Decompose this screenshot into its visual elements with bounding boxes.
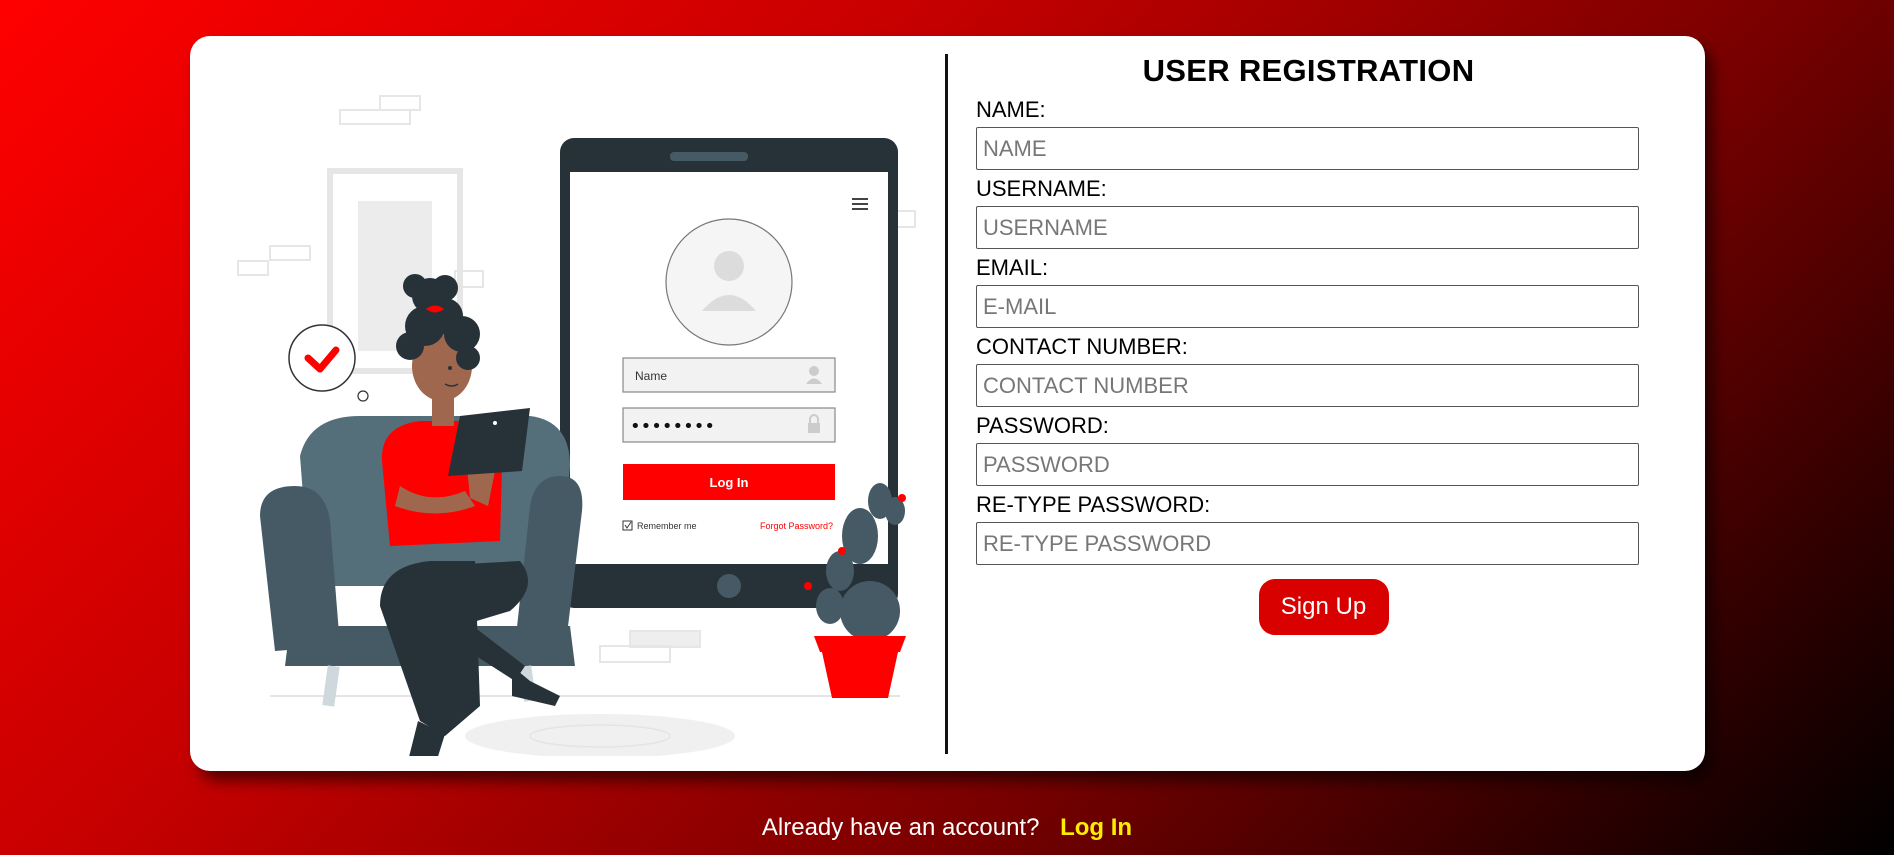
- login-name-text: Name: [635, 369, 667, 383]
- vertical-divider: [945, 54, 948, 754]
- registration-card: Name •••••••• Log In Remember me Forgot …: [190, 36, 1705, 771]
- submit-row: Sign Up: [976, 579, 1641, 635]
- footer: Already have an account? Log In: [0, 814, 1894, 842]
- login-password-dots: ••••••••: [630, 416, 715, 437]
- login-button-text: Log In: [710, 475, 749, 490]
- contact-number-label: CONTACT NUMBER:: [976, 334, 1188, 359]
- retype-password-label: RE-TYPE PASSWORD:: [976, 492, 1211, 517]
- email-input[interactable]: [976, 285, 1639, 328]
- username-input[interactable]: [976, 206, 1639, 249]
- retype-password-input[interactable]: [976, 522, 1639, 565]
- name-input[interactable]: [976, 127, 1639, 170]
- login-link[interactable]: Log In: [1060, 814, 1132, 841]
- check-bubble-icon: [288, 324, 369, 402]
- avatar-icon: [665, 218, 793, 346]
- registration-form: USER REGISTRATION NAME: USERNAME: EMAIL:…: [976, 36, 1641, 635]
- form-title: USER REGISTRATION: [1142, 53, 1475, 88]
- username-label: USERNAME:: [976, 176, 1107, 201]
- name-label: NAME:: [976, 97, 1046, 122]
- password-input[interactable]: [976, 443, 1639, 486]
- tablet-illustration: [448, 408, 530, 476]
- email-label: EMAIL:: [976, 255, 1049, 280]
- forgot-password-text: Forgot Password?: [760, 521, 833, 531]
- footer-prompt: Already have an account?: [761, 814, 1040, 841]
- password-label: PASSWORD:: [976, 413, 1109, 438]
- illustration: Name •••••••• Log In Remember me Forgot …: [237, 95, 916, 756]
- sign-up-button[interactable]: Sign Up: [1258, 579, 1389, 635]
- remember-me-text: Remember me: [637, 521, 697, 531]
- contact-number-input[interactable]: [976, 364, 1639, 407]
